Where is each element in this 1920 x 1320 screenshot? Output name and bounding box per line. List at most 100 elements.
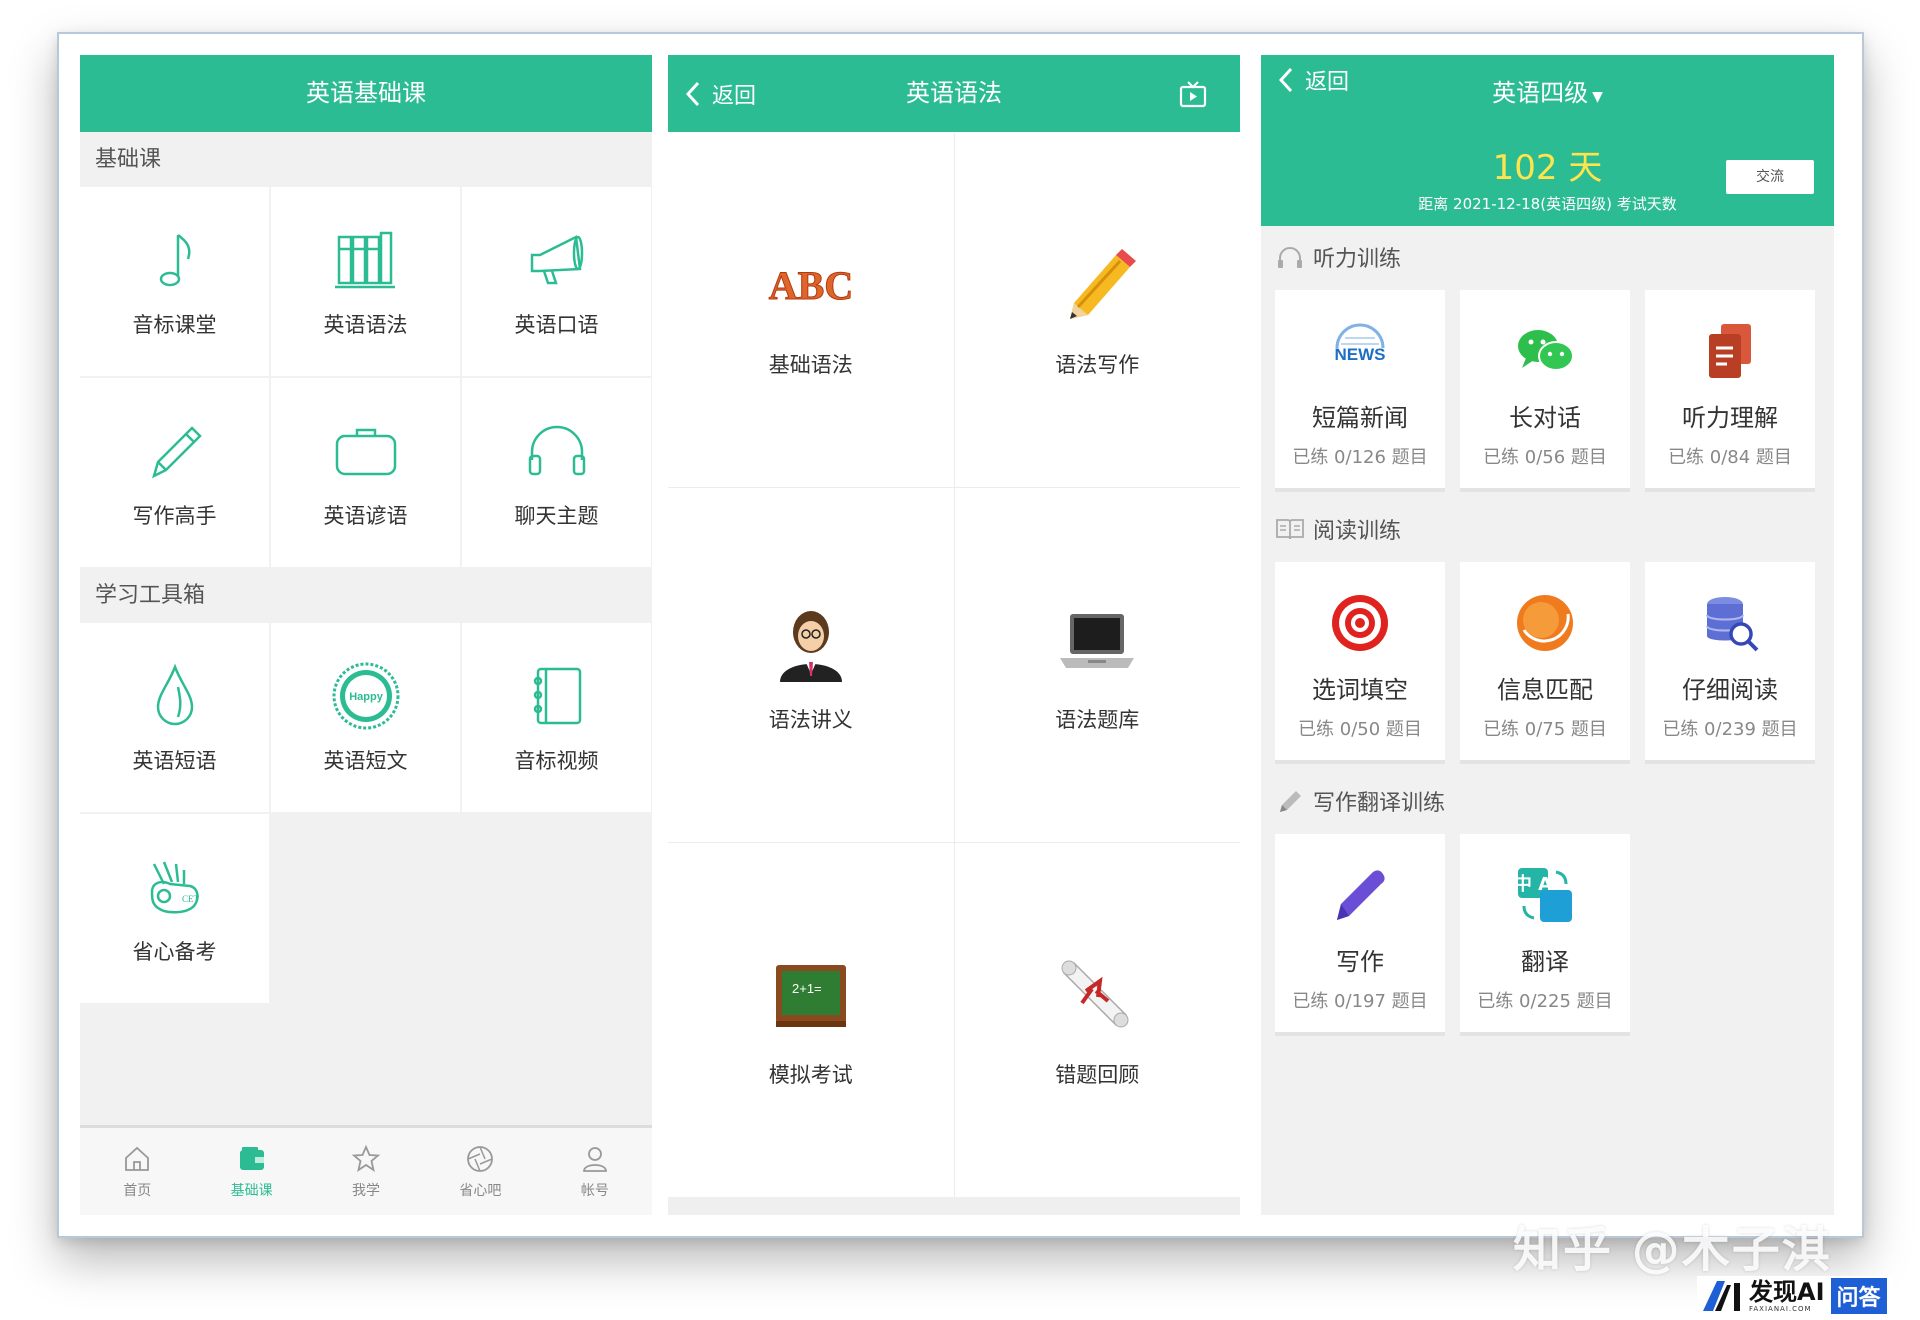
megaphone-icon <box>530 234 583 284</box>
abc-text: ABC <box>769 263 853 308</box>
grid-item-label: 语法讲义 <box>768 708 853 732</box>
aperture-icon <box>467 1145 494 1172</box>
grid-item-speaking[interactable]: 英语口语 <box>462 187 651 376</box>
card-name: 选词填空 <box>1312 676 1408 704</box>
grid-item-chat-topics[interactable]: 聊天主题 <box>462 378 651 567</box>
grid-item-phonetics-video[interactable]: 音标视频 <box>462 623 651 812</box>
section-listening: 听力训练 <box>1275 237 1401 277</box>
grid-item-phonetics[interactable]: 音标课堂 <box>80 187 269 376</box>
grid-item-phrases[interactable]: 英语短语 <box>80 623 269 812</box>
translate-icon: 中 A <box>1514 868 1572 922</box>
exam-selector[interactable]: 英语四级 ▼ <box>1261 73 1834 108</box>
tv-icon[interactable] <box>1178 79 1208 109</box>
card-count: 已练 0/239 题目 <box>1662 719 1798 740</box>
home-icon <box>125 1146 150 1171</box>
tab-label: 省心吧 <box>459 1182 502 1199</box>
grid-item-label: 语法写作 <box>1055 353 1140 377</box>
open-book-icon <box>1276 519 1304 540</box>
panel-cet4: 返回 英语四级 ▼ 102 天 距离 2021-12-18(英语四级) 考试天数 … <box>1261 55 1834 1215</box>
card-long-dialogue[interactable]: 长对话 已练 0/56 题目 <box>1460 290 1630 492</box>
grid-item-basic-grammar[interactable]: ABC 基础语法 <box>668 133 955 487</box>
happy-badge-icon: Happy <box>332 662 399 729</box>
laptop-icon <box>1060 614 1135 668</box>
wallet-icon <box>239 1146 264 1170</box>
grid-item-label: 写作高手 <box>132 503 217 528</box>
card-count: 已练 0/75 题目 <box>1483 719 1607 740</box>
course-grid: 音标课堂 英语语法 英语口语 写作高手 英语谚语 聊天主题 <box>80 187 651 567</box>
card-count: 已练 0/50 题目 <box>1298 719 1422 740</box>
grid-item-grammar-lectures[interactable]: 语法讲义 <box>668 488 955 842</box>
documents-icon <box>1709 324 1751 378</box>
user-icon <box>582 1146 607 1172</box>
writing-cards: 写作 已练 0/197 题目 中 A 翻译 已练 0/225 题目 <box>1275 834 1630 1036</box>
tab-label: 帐号 <box>580 1182 609 1199</box>
tab-account[interactable]: 帐号 <box>538 1128 652 1215</box>
tab-community[interactable]: 省心吧 <box>423 1128 537 1215</box>
top-bar: 英语基础课 <box>80 55 652 132</box>
section-label-basic: 基础课 <box>95 147 162 172</box>
card-short-news[interactable]: NEWS 短篇新闻 已练 0/126 题目 <box>1275 290 1445 492</box>
section-label: 写作翻译训练 <box>1313 791 1446 816</box>
grid-item-grammar-writing[interactable]: 语法写作 <box>955 133 1241 487</box>
tab-basic-course[interactable]: 基础课 <box>194 1128 308 1215</box>
abc-icon: ABC <box>768 263 853 309</box>
card-writing[interactable]: 写作 已练 0/197 题目 <box>1275 834 1445 1036</box>
news-text: NEWS <box>1335 345 1386 364</box>
brand-badge: 发现AI FAXIANAI.COM 问答 <box>1697 1276 1891 1316</box>
card-name: 短篇新闻 <box>1312 404 1408 432</box>
grid-row: 2+1= 模拟考试 错题回顾 <box>668 843 1240 1198</box>
grid-item-label: 基础语法 <box>768 353 853 377</box>
card-word-fill[interactable]: 选词填空 已练 0/50 题目 <box>1275 562 1445 764</box>
grid-item-writing[interactable]: 写作高手 <box>80 378 269 567</box>
page-title: 英语四级 <box>1492 79 1589 107</box>
music-note-icon <box>159 233 190 286</box>
card-careful-reading[interactable]: 仔细阅读 已练 0/239 题目 <box>1645 562 1815 764</box>
grid-item-label: 英语口语 <box>514 312 599 337</box>
notebook-icon <box>533 667 581 724</box>
reading-cards: 选词填空 已练 0/50 题目 信息匹配 已练 0/75 题目 仔细阅读 已练 … <box>1275 562 1815 764</box>
books-icon <box>334 231 395 288</box>
grid-item-label: 聊天主题 <box>514 503 599 528</box>
teacher-icon <box>779 611 842 682</box>
grid-item-proverbs[interactable]: 英语谚语 <box>271 378 460 567</box>
page-title: 英语语法 <box>906 79 1002 107</box>
translate-text: 中 A <box>1514 873 1552 895</box>
grid-item-grammar[interactable]: 英语语法 <box>271 187 460 376</box>
card-translation[interactable]: 中 A 翻译 已练 0/225 题目 <box>1460 834 1630 1036</box>
tab-label: 我学 <box>352 1182 381 1199</box>
tab-home[interactable]: 首页 <box>80 1128 194 1215</box>
caret-down-icon: ▼ <box>1592 89 1603 105</box>
grid-item-mock-exam[interactable]: 2+1= 模拟考试 <box>668 843 955 1197</box>
tab-my-study[interactable]: 我学 <box>309 1128 423 1215</box>
headphones-icon <box>528 425 585 475</box>
section-writing-translation: 写作翻译训练 <box>1275 781 1445 821</box>
grid-item-short-texts[interactable]: Happy 英语短文 <box>271 623 460 812</box>
exchange-button[interactable]: 交流 <box>1726 160 1814 194</box>
card-name: 仔细阅读 <box>1682 676 1778 704</box>
grammar-grid: ABC 基础语法 语法写作 语法讲义 语法题库 2+1= 模拟考试 错题回顾 <box>668 133 1240 1198</box>
grid-item-exam-prep[interactable]: CET 省心备考 <box>80 814 269 1003</box>
card-count: 已练 0/56 题目 <box>1483 447 1607 468</box>
pencil-icon <box>1070 249 1137 319</box>
grid-item-label: 英语语法 <box>323 312 408 337</box>
grid-item-grammar-bank[interactable]: 语法题库 <box>955 488 1241 842</box>
badge-text: CET <box>182 894 200 904</box>
zhihu-watermark: 知乎 @木子淇 <box>1513 1222 1832 1278</box>
section-label-toolbox: 学习工具箱 <box>95 583 206 608</box>
card-info-matching[interactable]: 信息匹配 已练 0/75 题目 <box>1460 562 1630 764</box>
headphones-icon <box>1278 247 1302 268</box>
card-name: 写作 <box>1336 948 1384 976</box>
grid-item-label: 语法题库 <box>1055 708 1140 732</box>
grid-item-label: 音标课堂 <box>132 312 217 337</box>
countdown-subtitle: 距离 2021-12-18(英语四级) 考试天数 <box>1418 195 1677 213</box>
tab-label: 首页 <box>123 1182 152 1199</box>
news-icon: NEWS <box>1335 323 1386 364</box>
card-count: 已练 0/197 题目 <box>1292 991 1428 1012</box>
card-listening-comprehension[interactable]: 听力理解 已练 0/84 题目 <box>1645 290 1815 492</box>
database-search-icon <box>1706 597 1759 652</box>
grid-row: ABC 基础语法 语法写作 <box>668 133 1240 488</box>
tab-label: 基础课 <box>230 1182 273 1199</box>
grid-item-label: 英语短语 <box>132 748 217 773</box>
exam-header: 返回 英语四级 ▼ 102 天 距离 2021-12-18(英语四级) 考试天数 … <box>1261 55 1834 226</box>
grid-item-mistake-review[interactable]: 错题回顾 <box>955 843 1241 1197</box>
